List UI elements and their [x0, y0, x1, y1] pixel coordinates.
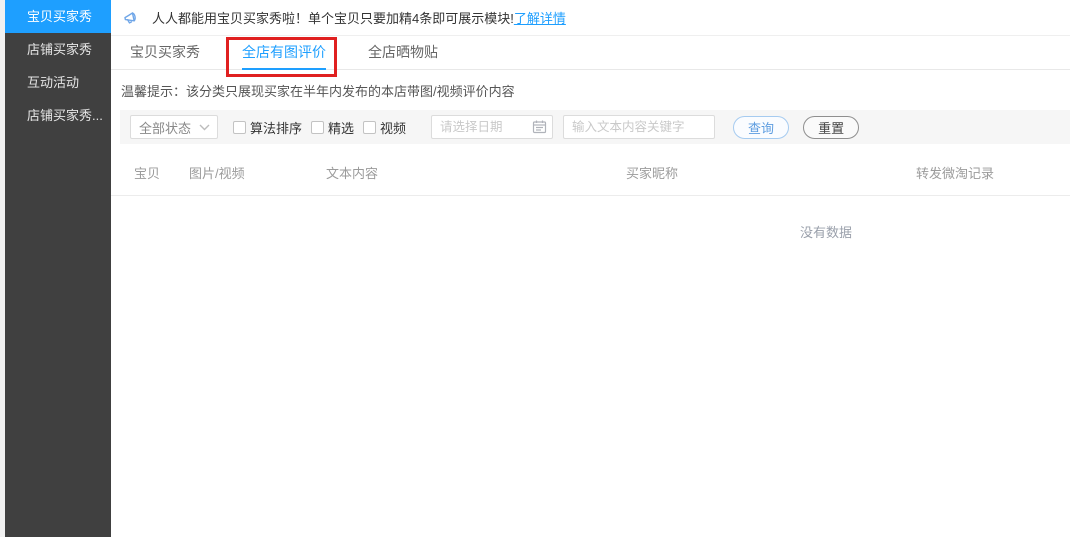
- video-checkbox-input[interactable]: [363, 121, 376, 134]
- video-checkbox[interactable]: 视频: [363, 118, 406, 137]
- megaphone-icon: [122, 8, 142, 28]
- announcement-banner: 人人都能用宝贝买家秀啦！单个宝贝只要加精4条即可展示模块!了解详情: [111, 0, 1070, 36]
- status-select[interactable]: 全部状态: [130, 115, 218, 139]
- banner-details-link[interactable]: 了解详情: [514, 8, 566, 27]
- sidebar-item-shop-buyer-show[interactable]: 店铺买家秀: [5, 33, 111, 66]
- query-button[interactable]: 查询: [733, 116, 789, 139]
- tab-label: 全店有图评价: [242, 44, 326, 60]
- checkbox-label: 算法排序: [250, 118, 302, 137]
- sidebar: 宝贝买家秀 店铺买家秀 互动活动 店铺买家秀...: [5, 0, 111, 537]
- algorithm-sort-checkbox-input[interactable]: [233, 121, 246, 134]
- keyword-input[interactable]: [563, 115, 715, 139]
- filter-bar: 全部状态 算法排序 精选 视频: [120, 110, 1070, 144]
- sidebar-item-shop-buyer-show-more[interactable]: 店铺买家秀...: [5, 99, 111, 132]
- column-buyer-nickname: 买家昵称: [626, 163, 916, 182]
- algorithm-sort-checkbox[interactable]: 算法排序: [233, 118, 302, 137]
- column-image-video: 图片/视频: [189, 163, 326, 182]
- main-content: 人人都能用宝贝买家秀啦！单个宝贝只要加精4条即可展示模块!了解详情 宝贝买家秀 …: [111, 0, 1070, 537]
- empty-text: 没有数据: [800, 225, 852, 240]
- checkbox-label: 精选: [328, 118, 354, 137]
- featured-checkbox[interactable]: 精选: [311, 118, 354, 137]
- empty-state: 没有数据: [111, 196, 1070, 241]
- column-weitao-forward-record: 转发微淘记录: [916, 163, 1070, 182]
- reset-button[interactable]: 重置: [803, 116, 859, 139]
- table-header: 宝贝 图片/视频 文本内容 买家昵称 转发微淘记录: [111, 144, 1070, 196]
- checkbox-label: 视频: [380, 118, 406, 137]
- tab-all-shop-photo-reviews[interactable]: 全店有图评价: [242, 36, 326, 70]
- checkbox-group: 算法排序 精选 视频: [233, 118, 415, 137]
- chevron-down-icon: [199, 124, 210, 131]
- banner-text: 人人都能用宝贝买家秀啦！单个宝贝只要加精4条即可展示模块!: [152, 8, 514, 27]
- date-picker: [431, 115, 553, 139]
- tab-all-shop-show-posts[interactable]: 全店晒物贴: [368, 36, 438, 70]
- calendar-icon[interactable]: [532, 119, 547, 134]
- sidebar-item-product-buyer-show[interactable]: 宝贝买家秀: [5, 0, 111, 33]
- tab-bar: 宝贝买家秀 全店有图评价 全店晒物贴: [111, 36, 1070, 70]
- tip-text: 温馨提示：该分类只展现买家在半年内发布的本店带图/视频评价内容: [111, 70, 1070, 110]
- featured-checkbox-input[interactable]: [311, 121, 324, 134]
- sidebar-item-interactive-activity[interactable]: 互动活动: [5, 66, 111, 99]
- tab-product-buyer-show[interactable]: 宝贝买家秀: [130, 36, 200, 70]
- column-product: 宝贝: [134, 163, 189, 182]
- page: 宝贝买家秀 店铺买家秀 互动活动 店铺买家秀... 人人都能用宝贝买家秀啦！单个…: [0, 0, 1070, 537]
- column-text-content: 文本内容: [326, 163, 626, 182]
- status-select-value: 全部状态: [139, 118, 191, 137]
